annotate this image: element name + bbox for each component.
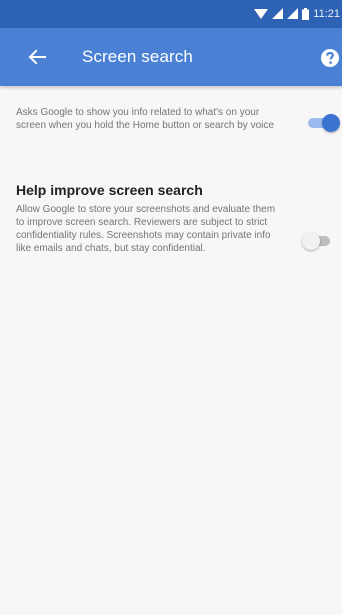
signal-icon-2 xyxy=(287,8,299,20)
app-bar: Screen search xyxy=(0,28,342,86)
setting-title: Help improve screen search xyxy=(16,182,203,198)
status-time: 11:21 xyxy=(313,8,340,20)
battery-icon xyxy=(302,8,310,20)
arrow-back-icon xyxy=(26,49,48,72)
setting-summary: Allow Google to store your screenshots a… xyxy=(16,204,276,254)
help-button[interactable] xyxy=(320,48,340,68)
setting-summary: Asks Google to show you info related to … xyxy=(16,107,274,131)
wifi-icon xyxy=(254,8,269,20)
toggle-thumb xyxy=(302,232,320,250)
help-improve-toggle[interactable] xyxy=(302,232,334,250)
setting-row-help-improve[interactable]: Help improve screen search Allow Google … xyxy=(0,182,342,332)
setting-row-screen-search[interactable]: Asks Google to show you info related to … xyxy=(0,102,342,164)
screen-search-toggle[interactable] xyxy=(306,114,340,132)
setting-text: Help improve screen search Allow Google … xyxy=(16,182,276,255)
setting-text: Asks Google to show you info related to … xyxy=(16,106,276,132)
toggle-thumb xyxy=(322,114,340,132)
help-icon xyxy=(320,49,340,72)
status-icons: 11:21 xyxy=(254,0,342,28)
signal-icon xyxy=(272,8,284,20)
status-bar: 11:21 xyxy=(0,0,342,28)
back-button[interactable] xyxy=(26,46,48,68)
page-title: Screen search xyxy=(82,47,193,66)
